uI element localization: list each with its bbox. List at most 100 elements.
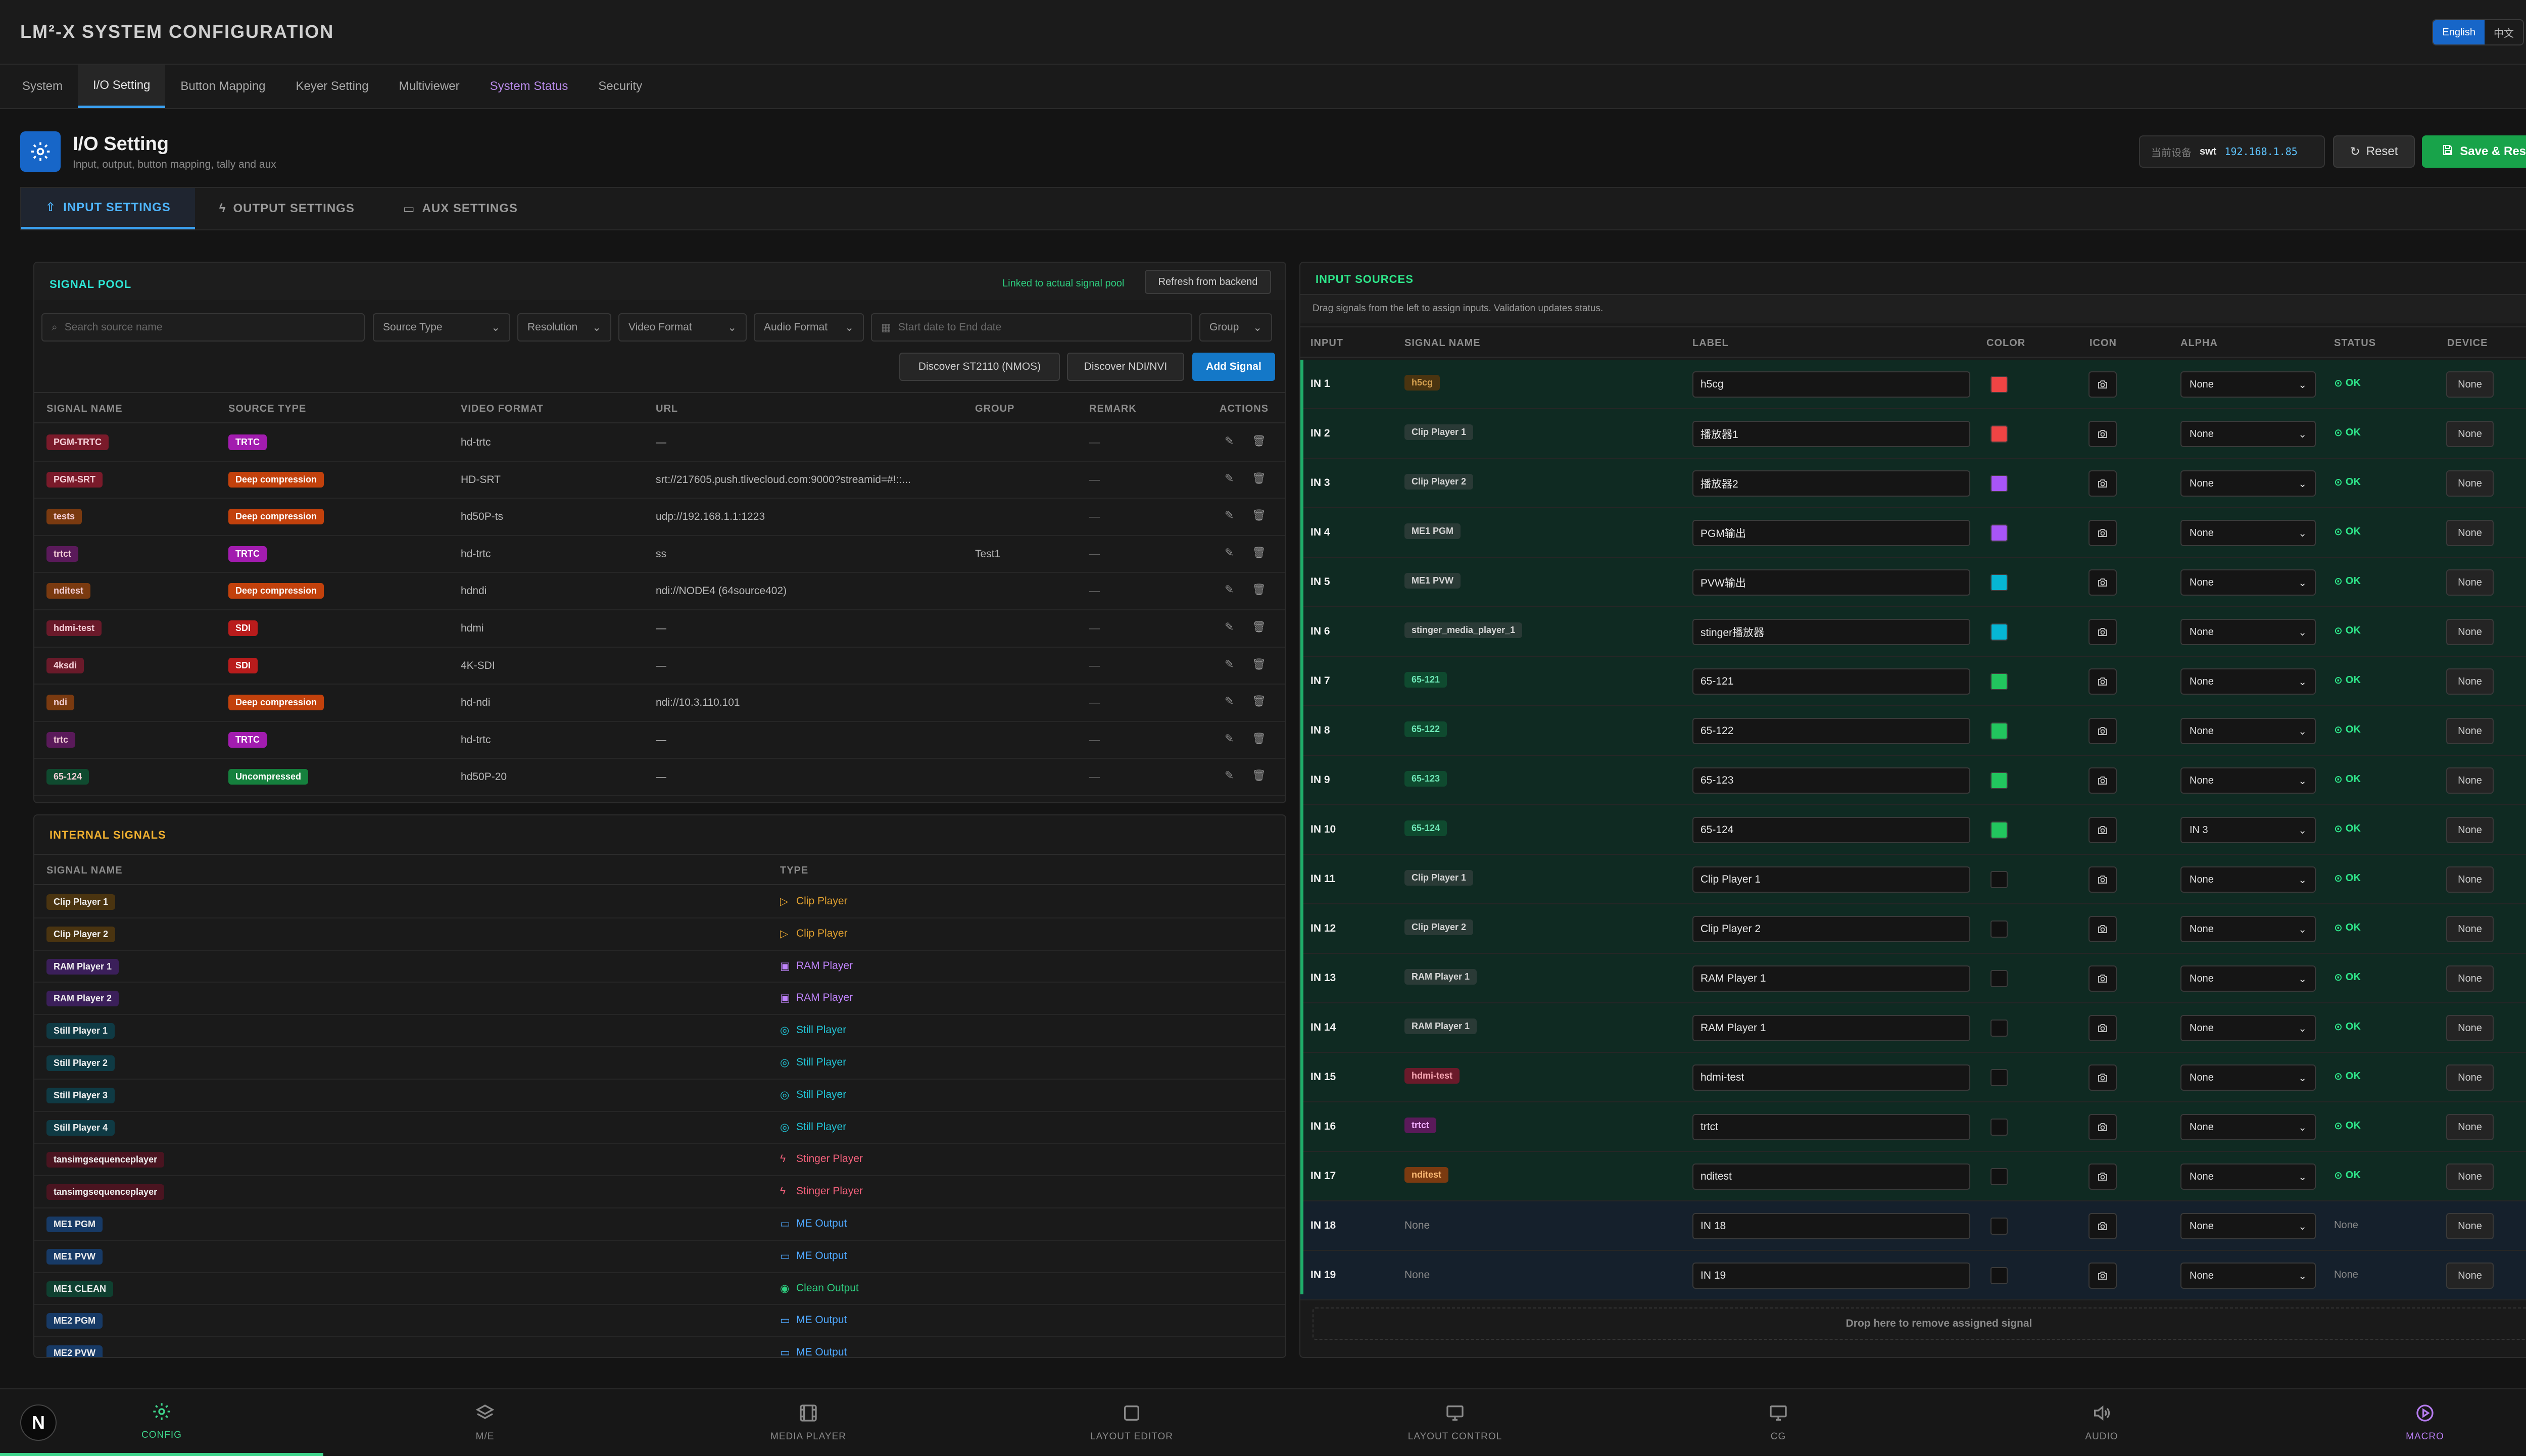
color-swatch[interactable] xyxy=(1990,376,2008,393)
label-input[interactable]: Clip Player 1 xyxy=(1692,866,1970,893)
alpha-select[interactable]: None ⌄ xyxy=(2180,1213,2316,1239)
list-item[interactable]: RAM Player 2 ▣ RAM Player xyxy=(34,983,1285,1015)
input-row[interactable]: IN 18 None IN 18 None ⌄ None None xyxy=(1300,1201,2526,1251)
tab-system-status[interactable]: System Status xyxy=(475,65,584,108)
tab-keyer-setting[interactable]: Keyer Setting xyxy=(281,65,384,108)
list-item[interactable]: ME1 CLEAN ◉ Clean Output xyxy=(34,1273,1285,1305)
alpha-select[interactable]: None ⌄ xyxy=(2180,1064,2316,1091)
lang-chinese[interactable]: 中文 xyxy=(2485,20,2523,44)
input-row[interactable]: IN 4 ME1 PGM PGM输出 None ⌄ ⊙ OK None xyxy=(1300,508,2526,558)
nav-audio[interactable]: AUDIO xyxy=(1940,1389,2263,1456)
device-button[interactable]: None xyxy=(2446,718,2494,744)
input-row[interactable]: IN 6 stinger_media_player_1 stinger播放器 None… xyxy=(1300,607,2526,657)
signal-name-chip[interactable]: Clip Player 2 xyxy=(1404,919,1474,935)
edit-icon[interactable]: ✎ xyxy=(1225,732,1234,745)
table-row[interactable]: hdmi-test SDI hdmi — — ✎ 🗑 xyxy=(34,610,1285,648)
signal-name-chip[interactable]: 65-123 xyxy=(1404,771,1447,787)
list-item[interactable]: tansimgsequenceplayer ϟ Stinger Player xyxy=(34,1144,1285,1177)
drop-zone-remove[interactable]: Drop here to remove assigned signal xyxy=(1313,1307,2526,1340)
camera-icon[interactable] xyxy=(2088,817,2117,843)
lang-english[interactable]: English xyxy=(2433,20,2485,44)
trash-icon[interactable]: 🗑 xyxy=(1252,732,1266,745)
edit-icon[interactable]: ✎ xyxy=(1225,658,1234,671)
trash-icon[interactable]: 🗑 xyxy=(1252,620,1266,634)
table-row[interactable]: 4ksdi SDI 4K-SDI — — ✎ 🗑 xyxy=(34,648,1285,685)
input-row[interactable]: IN 14 RAM Player 1 RAM Player 1 None ⌄ ⊙ OK Non… xyxy=(1300,1003,2526,1053)
camera-icon[interactable] xyxy=(2088,421,2117,447)
device-button[interactable]: None xyxy=(2446,1213,2494,1239)
label-input[interactable]: IN 18 xyxy=(1692,1213,1970,1239)
alpha-select[interactable]: None ⌄ xyxy=(2180,866,2316,893)
nav-config[interactable]: CONFIG xyxy=(0,1389,323,1456)
edit-icon[interactable]: ✎ xyxy=(1225,546,1234,559)
device-button[interactable]: None xyxy=(2446,668,2494,695)
trash-icon[interactable]: 🗑 xyxy=(1252,769,1266,782)
input-row[interactable]: IN 16 trtct trtct None ⌄ ⊙ OK None xyxy=(1300,1102,2526,1152)
input-row[interactable]: IN 2 Clip Player 1 播放器1 None ⌄ ⊙ OK None xyxy=(1300,409,2526,459)
device-button[interactable]: None xyxy=(2446,619,2494,645)
trash-icon[interactable]: 🗑 xyxy=(1252,472,1266,485)
device-button[interactable]: None xyxy=(2446,965,2494,992)
source-type-select[interactable]: Source Type ⌄ xyxy=(373,313,510,342)
trash-icon[interactable]: 🗑 xyxy=(1252,509,1266,522)
color-swatch[interactable] xyxy=(1990,574,2008,591)
device-button[interactable]: None xyxy=(2446,817,2494,843)
label-input[interactable]: RAM Player 1 xyxy=(1692,1015,1970,1041)
nav-me[interactable]: M/E xyxy=(323,1389,647,1456)
label-input[interactable]: h5cg xyxy=(1692,371,1970,398)
trash-icon[interactable]: 🗑 xyxy=(1252,658,1266,671)
signal-name-chip[interactable]: ME1 PGM xyxy=(1404,523,1461,539)
signal-name-chip[interactable]: 65-124 xyxy=(1404,820,1447,836)
alpha-select[interactable]: None ⌄ xyxy=(2180,1015,2316,1041)
list-item[interactable]: RAM Player 1 ▣ RAM Player xyxy=(34,951,1285,983)
color-swatch[interactable] xyxy=(1990,1218,2008,1235)
device-button[interactable]: None xyxy=(2446,916,2494,942)
table-row[interactable]: 65-124 Uncompressed hd50P-20 — — ✎ 🗑 xyxy=(34,759,1285,796)
alpha-select[interactable]: None ⌄ xyxy=(2180,569,2316,596)
device-button[interactable]: None xyxy=(2446,866,2494,893)
camera-icon[interactable] xyxy=(2088,1114,2117,1140)
signal-name-chip[interactable]: RAM Player 1 xyxy=(1404,969,1477,985)
color-swatch[interactable] xyxy=(1990,1020,2008,1037)
input-row[interactable]: IN 15 hdmi-test hdmi-test None ⌄ ⊙ OK None xyxy=(1300,1053,2526,1102)
device-button[interactable]: None xyxy=(2446,1114,2494,1140)
signal-name-chip[interactable]: Clip Player 1 xyxy=(1404,870,1474,886)
color-swatch[interactable] xyxy=(1990,1267,2008,1284)
input-row[interactable]: IN 1 h5cg h5cg None ⌄ ⊙ OK None xyxy=(1300,360,2526,409)
camera-icon[interactable] xyxy=(2088,1213,2117,1239)
label-input[interactable]: PGM输出 xyxy=(1692,520,1970,546)
table-row[interactable]: nditest Deep compression hdndi ndi://NODE4 … xyxy=(34,573,1285,610)
discover-ndi-button[interactable]: Discover NDI/NVI xyxy=(1067,353,1184,381)
signal-name-chip[interactable]: h5cg xyxy=(1404,375,1440,391)
label-input[interactable]: 65-121 xyxy=(1692,668,1970,695)
device-button[interactable]: None xyxy=(2446,520,2494,546)
color-swatch[interactable] xyxy=(1990,475,2008,492)
list-item[interactable]: Clip Player 1 ▷ Clip Player xyxy=(34,886,1285,918)
label-input[interactable]: 播放器2 xyxy=(1692,470,1970,497)
color-swatch[interactable] xyxy=(1990,1069,2008,1086)
list-item[interactable]: Still Player 4 ◎ Still Player xyxy=(34,1112,1285,1144)
signal-name-chip[interactable]: ME1 PVW xyxy=(1404,573,1461,589)
list-item[interactable]: ME1 PGM ▭ ME Output xyxy=(34,1208,1285,1241)
add-signal-button[interactable]: Add Signal xyxy=(1192,353,1275,381)
input-row[interactable]: IN 19 None IN 19 None ⌄ None None xyxy=(1300,1251,2526,1300)
search-input[interactable]: ⌕ Search source name xyxy=(41,313,365,342)
label-input[interactable]: 65-122 xyxy=(1692,718,1970,744)
input-row[interactable]: IN 17 nditest nditest None ⌄ ⊙ OK None xyxy=(1300,1152,2526,1201)
signal-name-chip[interactable]: nditest xyxy=(1404,1167,1449,1183)
reset-button[interactable]: ↻ Reset xyxy=(2333,135,2415,168)
edit-icon[interactable]: ✎ xyxy=(1225,434,1234,448)
list-item[interactable]: ME1 PVW ▭ ME Output xyxy=(34,1241,1285,1273)
edit-icon[interactable]: ✎ xyxy=(1225,769,1234,782)
list-item[interactable]: tansimgsequenceplayer ϟ Stinger Player xyxy=(34,1176,1285,1208)
color-swatch[interactable] xyxy=(1990,970,2008,987)
label-input[interactable]: trtct xyxy=(1692,1114,1970,1140)
color-swatch[interactable] xyxy=(1990,821,2008,839)
color-swatch[interactable] xyxy=(1990,425,2008,443)
discover-st2110-button[interactable]: Discover ST2110 (NMOS) xyxy=(899,353,1060,381)
input-row[interactable]: IN 9 65-123 65-123 None ⌄ ⊙ OK None xyxy=(1300,756,2526,805)
list-item[interactable]: Still Player 1 ◎ Still Player xyxy=(34,1015,1285,1047)
table-row[interactable]: trtc TRTC hd-trtc — — ✎ 🗑 xyxy=(34,722,1285,759)
table-row[interactable]: PGM-SRT Deep compression HD-SRT srt://21760… xyxy=(34,462,1285,499)
color-swatch[interactable] xyxy=(1990,871,2008,888)
